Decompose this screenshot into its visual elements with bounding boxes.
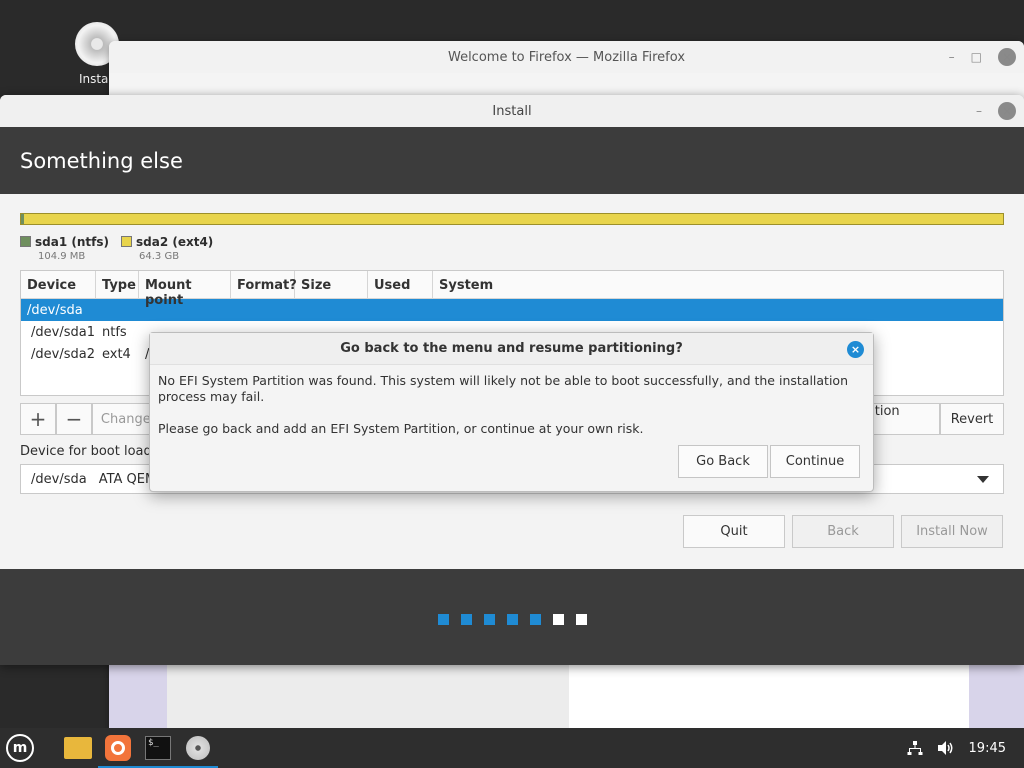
- partition-bar-sda1: [21, 214, 24, 224]
- go-back-button[interactable]: Go Back: [678, 445, 768, 478]
- minimize-button[interactable]: –: [949, 50, 955, 64]
- boot-device: /dev/sda: [31, 471, 87, 487]
- row-device: /dev/sda1: [31, 324, 95, 340]
- progress-dot: [506, 613, 518, 625]
- col-mount-point[interactable]: Mount point: [139, 271, 231, 308]
- progress-dot: [437, 613, 449, 625]
- dialog-close-button[interactable]: ×: [847, 341, 864, 358]
- legend-swatch-sda2: [121, 236, 132, 247]
- install-minimize-button[interactable]: –: [976, 104, 982, 118]
- row-type: ext4: [102, 346, 131, 362]
- legend-name-sda2: sda2 (ext4): [136, 235, 214, 249]
- install-disc-icon: [186, 736, 210, 760]
- legend-sda2: sda2 (ext4) 64.3 GB: [121, 235, 213, 262]
- install-titlebar: Install – ×: [0, 95, 1024, 127]
- progress-dot: [575, 613, 587, 625]
- dialog-message-2: Please go back and add an EFI System Par…: [158, 421, 644, 436]
- desktop: Install Welcome to Firefox — Mozilla Fir…: [0, 0, 1024, 728]
- terminal-icon: $_: [145, 736, 171, 760]
- network-icon[interactable]: [907, 740, 923, 756]
- efi-warning-dialog: Go back to the menu and resume partition…: [149, 332, 874, 492]
- taskbar-installer[interactable]: [178, 728, 218, 768]
- progress-dot: [460, 613, 472, 625]
- taskbar: m $_ 19:45: [0, 728, 1024, 768]
- col-device[interactable]: Device: [21, 271, 96, 298]
- clock[interactable]: 19:45: [969, 741, 1006, 756]
- firefox-window-title: Welcome to Firefox — Mozilla Firefox: [447, 49, 686, 65]
- dialog-title-bar: Go back to the menu and resume partition…: [150, 333, 873, 365]
- mint-menu-icon: m: [6, 734, 34, 762]
- add-partition-button[interactable]: +: [20, 403, 56, 435]
- col-system[interactable]: System: [433, 271, 1003, 298]
- remove-partition-button[interactable]: −: [56, 403, 92, 435]
- firefox-titlebar: Welcome to Firefox — Mozilla Firefox – □…: [109, 41, 1024, 73]
- legend-swatch-sda1: [20, 236, 31, 247]
- menu-button[interactable]: m: [0, 728, 40, 768]
- legend-size-sda1: 104.9 MB: [38, 251, 86, 262]
- page-title: Something else: [0, 127, 1024, 194]
- progress-dot: [552, 613, 564, 625]
- taskbar-firefox[interactable]: [98, 728, 138, 768]
- table-header: Device Type Mount point Format? Size Use…: [21, 271, 1003, 308]
- quit-button[interactable]: Quit: [683, 515, 785, 548]
- progress-dot: [529, 613, 541, 625]
- progress-dots: [0, 569, 1024, 665]
- firefox-close-button[interactable]: ×: [998, 48, 1016, 66]
- partition-bar: [20, 213, 1004, 225]
- files-icon: [64, 737, 92, 759]
- legend-size-sda2: 64.3 GB: [139, 251, 180, 262]
- install-close-button[interactable]: ×: [998, 102, 1016, 120]
- dialog-title: Go back to the menu and resume partition…: [340, 341, 683, 356]
- col-type[interactable]: Type: [96, 271, 139, 298]
- revert-button[interactable]: Revert: [940, 403, 1004, 435]
- legend-name-sda1: sda1 (ntfs): [35, 235, 109, 249]
- row-device: /dev/sda2: [31, 346, 95, 362]
- taskbar-files[interactable]: [58, 728, 98, 768]
- col-format[interactable]: Format?: [231, 271, 297, 298]
- install-window-title: Install: [492, 103, 532, 119]
- row-type: ntfs: [102, 324, 127, 340]
- system-tray: 19:45: [907, 728, 1024, 768]
- maximize-button[interactable]: □: [971, 50, 982, 64]
- continue-button[interactable]: Continue: [770, 445, 860, 478]
- row-device: /dev/sda: [27, 302, 83, 318]
- install-now-button[interactable]: Install Now: [901, 515, 1003, 548]
- col-used[interactable]: Used: [368, 271, 433, 298]
- firefox-icon: [105, 735, 131, 761]
- progress-dot: [483, 613, 495, 625]
- back-button[interactable]: Back: [792, 515, 894, 548]
- legend-sda1: sda1 (ntfs) 104.9 MB: [20, 235, 109, 262]
- chevron-down-icon: [977, 476, 989, 483]
- dialog-message: No EFI System Partition was found. This …: [158, 373, 848, 404]
- col-size[interactable]: Size: [295, 271, 368, 298]
- taskbar-terminal[interactable]: $_: [138, 728, 178, 768]
- volume-icon[interactable]: [937, 740, 955, 756]
